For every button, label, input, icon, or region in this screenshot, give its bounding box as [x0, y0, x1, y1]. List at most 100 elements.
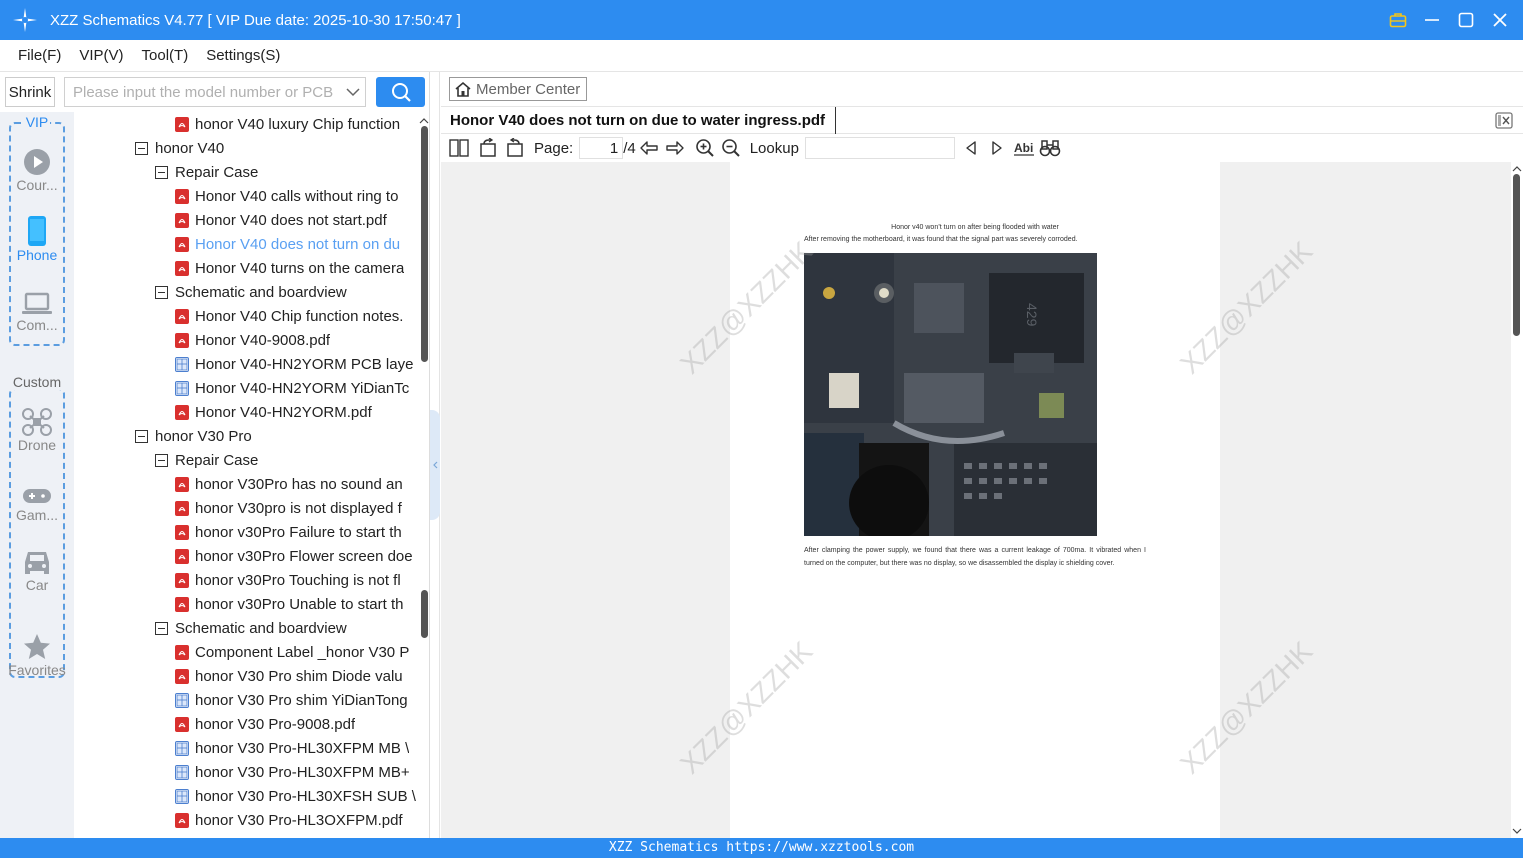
- laptop-icon: [22, 292, 52, 314]
- document-tab[interactable]: Honor V40 does not turn on due to water …: [450, 107, 837, 134]
- collapse-icon[interactable]: [135, 141, 148, 155]
- briefcase-icon[interactable]: [1387, 9, 1409, 31]
- tree-file[interactable]: honor V30 Pro-9008.pdf: [175, 712, 355, 736]
- tree-file[interactable]: honor v30Pro Unable to start th: [175, 592, 403, 616]
- tree-folder[interactable]: Repair Case: [155, 448, 258, 472]
- tree-item-label: honor V30 Pro-HL30XFPM MB+: [195, 763, 410, 781]
- chevron-up-icon[interactable]: [1511, 164, 1523, 174]
- rotate-right-icon[interactable]: [504, 137, 526, 159]
- tree-file[interactable]: honor v30Pro Touching is not fl: [175, 568, 401, 592]
- rotate-left-icon[interactable]: [477, 137, 499, 159]
- menu-vip[interactable]: VIP(V): [71, 47, 131, 64]
- search-button[interactable]: [376, 77, 425, 107]
- tree-file[interactable]: Honor V40-HN2YORM PCB laye: [175, 352, 413, 376]
- pdf-file-icon: [175, 572, 189, 588]
- tree-file[interactable]: Honor V40 Chip function notes.: [175, 304, 403, 328]
- tree-file[interactable]: honor V30 Pro-HL30XFPM MB \: [175, 736, 409, 760]
- tree-file[interactable]: Honor V40 does not start.pdf: [175, 208, 387, 232]
- pane-splitter[interactable]: [430, 72, 440, 838]
- tree-file[interactable]: honor v30Pro Failure to start th: [175, 520, 402, 544]
- tree-item-label: Honor V40 Chip function notes.: [195, 307, 404, 325]
- two-page-view-icon[interactable]: [448, 137, 470, 159]
- match-case-icon[interactable]: Abi: [1013, 137, 1035, 159]
- collapse-icon[interactable]: [155, 453, 168, 467]
- tree-folder[interactable]: Repair Case: [155, 160, 258, 184]
- category-drone[interactable]: Drone: [0, 403, 74, 453]
- prev-page-icon[interactable]: [638, 137, 660, 159]
- chevron-left-icon: [433, 461, 438, 469]
- tree-file[interactable]: honor V40 luxury Chip function: [175, 112, 400, 136]
- document-line: After removing the motherboard, it was f…: [804, 236, 1078, 243]
- category-car[interactable]: Car: [0, 543, 74, 593]
- document-tab-bar: Honor V40 does not turn on due to water …: [441, 106, 1523, 134]
- tree-scroll-thumb[interactable]: [421, 126, 428, 362]
- viewer-scrollbar[interactable]: [1511, 162, 1523, 838]
- chevron-up-icon[interactable]: [418, 116, 430, 126]
- collapse-icon[interactable]: [155, 285, 168, 299]
- menu-file[interactable]: File(F): [10, 47, 69, 64]
- category-computer-label: Com...: [16, 317, 58, 333]
- chevron-down-icon[interactable]: [1511, 826, 1523, 836]
- tree-scrollbar[interactable]: [418, 112, 430, 838]
- collapse-tab[interactable]: [430, 410, 440, 520]
- collapse-icon[interactable]: [155, 165, 168, 179]
- pdf-viewer[interactable]: Honor v40 won’t turn on after being floo…: [441, 162, 1511, 838]
- minimize-button[interactable]: [1421, 9, 1443, 31]
- favorites-button[interactable]: Favorites: [0, 628, 74, 678]
- category-courses[interactable]: Cour...: [0, 143, 74, 193]
- tree-file[interactable]: honor V30 Pro-HL3OXFPM.pdf: [175, 808, 403, 832]
- shrink-button[interactable]: Shrink: [5, 77, 55, 107]
- tree-folder[interactable]: honor V40: [135, 136, 224, 160]
- tree-item-label: honor V30 Pro-9008.pdf: [195, 715, 356, 733]
- menu-settings[interactable]: Settings(S): [198, 47, 288, 64]
- close-button[interactable]: [1489, 9, 1511, 31]
- tree-file[interactable]: honor v30Pro Flower screen doe: [175, 544, 413, 568]
- play-circle-icon: [24, 149, 50, 175]
- tree-item-label: honor V30 Pro-HL30XFSH SUB \: [195, 787, 416, 805]
- tree-file[interactable]: honor V30pro is not displayed f: [175, 496, 402, 520]
- next-page-icon[interactable]: [664, 137, 686, 159]
- category-game[interactable]: Gam...: [0, 473, 74, 523]
- tree-item-label: Honor V40-9008.pdf: [195, 331, 331, 349]
- category-computer[interactable]: Com...: [0, 283, 74, 333]
- close-document-icon[interactable]: [1495, 112, 1513, 129]
- zoom-out-icon[interactable]: [720, 137, 742, 159]
- tree-file[interactable]: Component Label _honor V30 P: [175, 640, 409, 664]
- tree-folder[interactable]: Schematic and boardview: [155, 280, 347, 304]
- collapse-icon[interactable]: [135, 429, 148, 443]
- tree-file[interactable]: Honor V40 turns on the camera: [175, 256, 404, 280]
- tree-item-label: Honor V40 turns on the camera: [195, 259, 405, 277]
- menu-tool[interactable]: Tool(T): [134, 47, 197, 64]
- pcb-file-icon: [175, 356, 189, 372]
- find-next-icon[interactable]: [987, 137, 1007, 159]
- model-search-input[interactable]: [65, 79, 341, 105]
- tree-file[interactable]: honor V30Pro has no sound an: [175, 472, 403, 496]
- watermark-4: XZZ@XZZHK: [1174, 635, 1319, 780]
- status-bar: XZZ Schematics https://www.xzztools.com: [0, 838, 1523, 858]
- tree-scroll-thumb-lower[interactable]: [421, 590, 428, 638]
- find-prev-icon[interactable]: [961, 137, 981, 159]
- maximize-button[interactable]: [1455, 9, 1477, 31]
- tree-file[interactable]: Honor V40 calls without ring to: [175, 184, 398, 208]
- tree-file[interactable]: honor V30 Pro shim YiDianTong: [175, 688, 408, 712]
- tree-file[interactable]: Honor V40-HN2YORM.pdf: [175, 400, 372, 424]
- tree-file[interactable]: honor V30 Pro-HL30XFPM MB+: [175, 760, 410, 784]
- tree-file[interactable]: honor V30 Pro shim Diode valu: [175, 664, 403, 688]
- tree-file[interactable]: Honor V40-9008.pdf: [175, 328, 330, 352]
- binoculars-icon[interactable]: [1039, 137, 1061, 159]
- tree-file[interactable]: Honor V40 does not turn on du: [175, 232, 400, 256]
- tree-file[interactable]: honor V30 Pro-HL30XFSH SUB \: [175, 784, 416, 808]
- collapse-icon[interactable]: [155, 621, 168, 635]
- chevron-down-icon[interactable]: [341, 78, 365, 106]
- member-center-button[interactable]: Member Center: [449, 77, 588, 101]
- tree-folder[interactable]: honor V30 Pro: [135, 424, 252, 448]
- document-paragraph: After clamping the power supply, we foun…: [804, 547, 1146, 567]
- page-number-input[interactable]: [579, 137, 624, 159]
- viewer-scroll-thumb[interactable]: [1513, 174, 1520, 336]
- tree-folder[interactable]: Schematic and boardview: [155, 616, 347, 640]
- zoom-in-icon[interactable]: [694, 137, 716, 159]
- lookup-input[interactable]: [804, 137, 955, 159]
- category-phone[interactable]: Phone: [0, 213, 74, 263]
- tree-item-label: Schematic and boardview: [175, 283, 347, 301]
- tree-file[interactable]: Honor V40-HN2YORM YiDianTc: [175, 376, 409, 400]
